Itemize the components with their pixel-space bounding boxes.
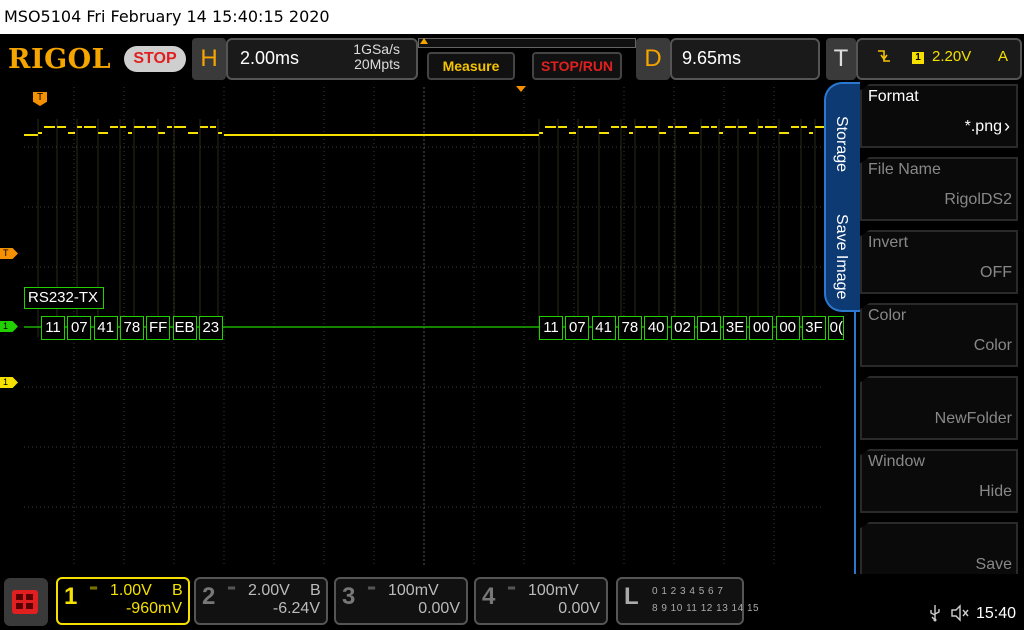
decode-byte: 0( <box>828 316 845 340</box>
channel-scale: 100mV <box>528 582 579 599</box>
menu-item-value: Color <box>973 337 1012 354</box>
muted-speaker-icon[interactable] <box>950 604 970 627</box>
decode-byte: 23 <box>198 316 223 340</box>
window-title: MSO5104 Fri February 14 15:40:15 2020 <box>0 0 1024 34</box>
decode-byte: 41 <box>591 316 616 340</box>
decode-byte: 40 <box>644 316 669 340</box>
decode-byte: 78 <box>119 316 144 340</box>
tab-storage[interactable]: Storage <box>832 116 850 172</box>
stop-run-button[interactable]: STOP/RUN <box>532 52 622 80</box>
logic-bits-row1: 0 1 2 3 4 5 6 7 <box>652 586 724 597</box>
channel-scale: 1.00V <box>110 582 152 599</box>
menu-item-value: *.png <box>964 118 1002 135</box>
sample-rate-info: 1GSa/s 20Mpts <box>340 42 400 72</box>
memory-bar-pattern: ^^^^^^^^^^^^^^^^^^^^^^^^^^^^^^^^^^^^^^^^… <box>419 38 635 44</box>
horizontal-button[interactable]: H <box>192 38 226 80</box>
channel-number: 3 <box>342 583 356 610</box>
measure-button[interactable]: Measure <box>427 52 515 80</box>
rigol-logo: RIGOL <box>8 44 112 75</box>
falling-edge-icon <box>876 48 892 69</box>
decode-byte: 11 <box>539 316 563 340</box>
channel-scale: 100mV <box>388 582 439 599</box>
decode-byte: FF <box>146 316 171 340</box>
timebase-value: 2.00ms <box>240 48 300 68</box>
chevron-right-icon: › <box>1004 116 1010 136</box>
clock: 15:40 <box>976 605 1017 622</box>
channel-number: 4 <box>482 583 496 610</box>
channel-number: 1 <box>64 583 78 610</box>
menu-item-label: File Name <box>868 161 941 178</box>
memory-depth: 20Mpts <box>354 56 400 72</box>
delay-button[interactable]: D <box>636 38 670 80</box>
menu-item-value: Hide <box>979 483 1012 500</box>
usb-icon <box>928 604 942 627</box>
menu-item-label: Format <box>868 88 919 105</box>
run-state-badge: STOP <box>124 46 186 72</box>
menu-item-newfolder[interactable] <box>860 376 1018 440</box>
decode-byte: 3F <box>802 316 826 340</box>
decode-byte: 07 <box>67 316 92 340</box>
ch1-offset-marker[interactable]: 1 <box>0 377 18 388</box>
decode-byte: 02 <box>670 316 695 340</box>
menu-item-value: Save <box>975 556 1012 573</box>
trigger-source-badge: 1 <box>912 52 924 64</box>
logic-bits-row2: 8 9 10 11 12 13 14 15 <box>652 603 760 614</box>
decode-byte: EB <box>172 316 197 340</box>
trigger-mode: A <box>998 48 1009 65</box>
menu-item-label: Color <box>868 307 907 324</box>
dc-coupling-icon: ═ <box>508 583 516 594</box>
dc-coupling-icon: ═ <box>90 583 98 594</box>
bandwidth-limit-flag: B <box>310 582 321 599</box>
menu-item-value: NewFolder <box>934 410 1012 427</box>
memory-position-marker-icon <box>420 38 428 44</box>
menu-item-label: Window <box>868 453 925 470</box>
channel-scale: 2.00V <box>248 582 290 599</box>
channel-offset: -6.24V <box>272 600 320 617</box>
decode-byte: 3E <box>723 316 748 340</box>
logic-letter: L <box>624 583 639 610</box>
decode-bus-label: RS232-TX <box>24 287 104 309</box>
trigger-button[interactable]: T <box>826 38 856 80</box>
tab-save-image[interactable]: Save Image <box>832 214 850 299</box>
center-marker-icon <box>516 86 526 92</box>
signal-edges <box>37 119 816 337</box>
decode-byte: 00 <box>775 316 800 340</box>
decode-channel-marker[interactable]: 1 <box>0 321 18 332</box>
dc-coupling-icon: ═ <box>368 583 376 594</box>
sample-rate: 1GSa/s <box>353 41 400 57</box>
menu-item-value: RigolDS2 <box>944 191 1012 208</box>
trigger-level: 2.20V <box>932 48 972 65</box>
channel-offset: -960mV <box>125 600 182 617</box>
decode-byte: 11 <box>41 316 65 340</box>
channel-offset: 0.00V <box>418 600 460 617</box>
decode-byte: 78 <box>617 316 642 340</box>
grid-menu-icon <box>12 590 38 614</box>
delay-value: 9.65ms <box>682 48 742 68</box>
decode-byte: D1 <box>696 316 721 340</box>
channel-offset: 0.00V <box>558 600 600 617</box>
trigger-level-marker[interactable]: T <box>0 248 18 259</box>
memory-position-bar: ^^^^^^^^^^^^^^^^^^^^^^^^^^^^^^^^^^^^^^^^… <box>418 38 636 48</box>
dc-coupling-icon: ═ <box>228 583 236 594</box>
menu-item-value: OFF <box>980 264 1012 281</box>
menu-item-label: Invert <box>868 234 909 251</box>
decode-byte: 41 <box>93 316 118 340</box>
decode-byte: 07 <box>565 316 590 340</box>
channel-number: 2 <box>202 583 216 610</box>
bandwidth-limit-flag: B <box>172 582 183 599</box>
decode-byte: 00 <box>749 316 774 340</box>
